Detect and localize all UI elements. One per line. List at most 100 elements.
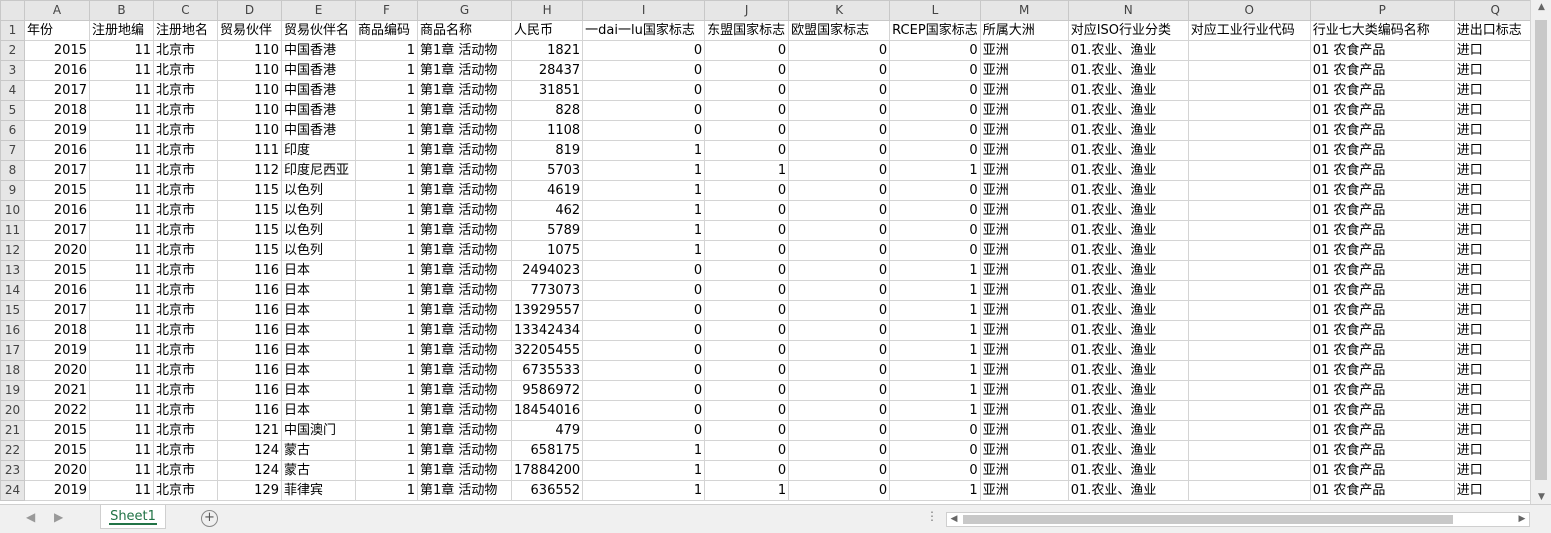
cell[interactable]: 116 <box>217 320 282 341</box>
cell[interactable]: 116 <box>217 300 282 321</box>
cell[interactable]: 注册地名 <box>153 20 218 41</box>
cell[interactable]: 进口 <box>1453 100 1537 121</box>
cell[interactable] <box>1187 440 1311 461</box>
cell[interactable]: 01.农业、渔业 <box>1067 240 1189 261</box>
cell[interactable]: 11 <box>89 40 154 61</box>
cell[interactable]: 亚洲 <box>979 300 1069 321</box>
cell[interactable] <box>1187 120 1311 141</box>
cell[interactable]: 1108 <box>510 120 584 141</box>
cell[interactable]: 0 <box>889 220 981 241</box>
cell[interactable]: 11 <box>89 160 154 181</box>
cell[interactable]: 0 <box>788 60 891 81</box>
cell[interactable]: 北京市 <box>153 360 218 381</box>
cell[interactable]: 1 <box>355 440 418 461</box>
cell[interactable]: 北京市 <box>153 60 218 81</box>
cell[interactable]: 北京市 <box>153 400 218 421</box>
cell[interactable]: 01 农食产品 <box>1309 40 1455 61</box>
cell[interactable] <box>1187 320 1311 341</box>
cell[interactable]: 第1章 活动物 <box>417 40 512 61</box>
cell[interactable]: 1 <box>355 260 418 281</box>
cell[interactable]: 01 农食产品 <box>1309 420 1455 441</box>
cell[interactable]: 01 农食产品 <box>1309 380 1455 401</box>
cell[interactable]: 北京市 <box>153 340 218 361</box>
cell[interactable]: 0 <box>788 80 891 101</box>
cell[interactable]: 第1章 活动物 <box>417 380 512 401</box>
cell[interactable]: 0 <box>704 280 790 301</box>
cell[interactable]: 112 <box>217 160 282 181</box>
cell[interactable]: 1 <box>582 180 706 201</box>
cell[interactable]: 11 <box>89 300 154 321</box>
cell[interactable]: 以色列 <box>281 180 356 201</box>
cell[interactable]: 0 <box>704 320 790 341</box>
cell[interactable]: 0 <box>788 260 891 281</box>
cell[interactable]: 0 <box>704 220 790 241</box>
cell[interactable]: 01.农业、渔业 <box>1067 480 1189 501</box>
cell[interactable]: 第1章 活动物 <box>417 460 512 481</box>
cell[interactable]: 18454016 <box>510 400 584 421</box>
cell[interactable]: 01.农业、渔业 <box>1067 320 1189 341</box>
cell[interactable]: 01.农业、渔业 <box>1067 40 1189 61</box>
cell[interactable]: 亚洲 <box>979 40 1069 61</box>
cell[interactable]: 第1章 活动物 <box>417 340 512 361</box>
cell[interactable]: 01.农业、渔业 <box>1067 400 1189 421</box>
cell[interactable]: 进口 <box>1453 80 1537 101</box>
cell[interactable]: 0 <box>788 40 891 61</box>
cell[interactable]: 0 <box>704 440 790 461</box>
cell[interactable]: 11 <box>89 380 154 401</box>
cell[interactable]: 1 <box>582 240 706 261</box>
column-header-i[interactable]: I <box>582 0 706 21</box>
cell[interactable]: 进口 <box>1453 460 1537 481</box>
cell[interactable]: 0 <box>582 260 706 281</box>
cell[interactable]: 北京市 <box>153 100 218 121</box>
cell[interactable]: 进口 <box>1453 420 1537 441</box>
column-header-n[interactable]: N <box>1067 0 1189 21</box>
cell[interactable]: 第1章 活动物 <box>417 280 512 301</box>
cell[interactable]: 2015 <box>24 40 90 61</box>
cell[interactable]: 进口 <box>1453 360 1537 381</box>
cell[interactable]: 0 <box>788 300 891 321</box>
cell[interactable]: 01 农食产品 <box>1309 220 1455 241</box>
cell[interactable]: 0 <box>889 120 981 141</box>
cell[interactable]: 0 <box>889 140 981 161</box>
cell[interactable]: 110 <box>217 40 282 61</box>
more-options-icon[interactable]: ⋮ <box>926 509 939 523</box>
cell[interactable]: 0 <box>788 400 891 421</box>
scroll-up-arrow-icon[interactable]: ▲ <box>1531 2 1551 12</box>
cell[interactable]: 2019 <box>24 480 90 501</box>
cell[interactable]: 01.农业、渔业 <box>1067 200 1189 221</box>
cell[interactable]: 1 <box>889 160 981 181</box>
cell[interactable]: 亚洲 <box>979 220 1069 241</box>
cell[interactable]: 1 <box>889 260 981 281</box>
cell[interactable] <box>1187 380 1311 401</box>
row-header[interactable]: 10 <box>0 200 25 221</box>
cell[interactable]: 亚洲 <box>979 380 1069 401</box>
cell[interactable] <box>1187 80 1311 101</box>
cell[interactable]: 0 <box>582 120 706 141</box>
cell[interactable]: 第1章 活动物 <box>417 480 512 501</box>
cell[interactable]: 亚洲 <box>979 160 1069 181</box>
cell[interactable]: 11 <box>89 260 154 281</box>
cell[interactable]: 进口 <box>1453 180 1537 201</box>
cell[interactable]: 01.农业、渔业 <box>1067 80 1189 101</box>
cell[interactable]: 2016 <box>24 200 90 221</box>
cell[interactable]: 以色列 <box>281 220 356 241</box>
column-header-p[interactable]: P <box>1309 0 1455 21</box>
cell[interactable]: 6735533 <box>510 360 584 381</box>
cell[interactable]: 2015 <box>24 420 90 441</box>
cell[interactable]: 商品名称 <box>417 20 512 41</box>
cell[interactable]: 进口 <box>1453 280 1537 301</box>
cell[interactable]: 11 <box>89 480 154 501</box>
cell[interactable]: 11 <box>89 80 154 101</box>
cell[interactable]: 北京市 <box>153 480 218 501</box>
cell[interactable]: 贸易伙伴名 <box>281 20 356 41</box>
column-header-b[interactable]: B <box>89 0 154 21</box>
row-header[interactable]: 14 <box>0 280 25 301</box>
cell[interactable]: 110 <box>217 100 282 121</box>
cell[interactable]: 0 <box>889 420 981 441</box>
cell[interactable]: 116 <box>217 380 282 401</box>
cell[interactable]: 日本 <box>281 380 356 401</box>
cell[interactable]: 2015 <box>24 260 90 281</box>
cell[interactable] <box>1187 60 1311 81</box>
cell[interactable]: 0 <box>788 220 891 241</box>
cell[interactable]: 进口 <box>1453 200 1537 221</box>
